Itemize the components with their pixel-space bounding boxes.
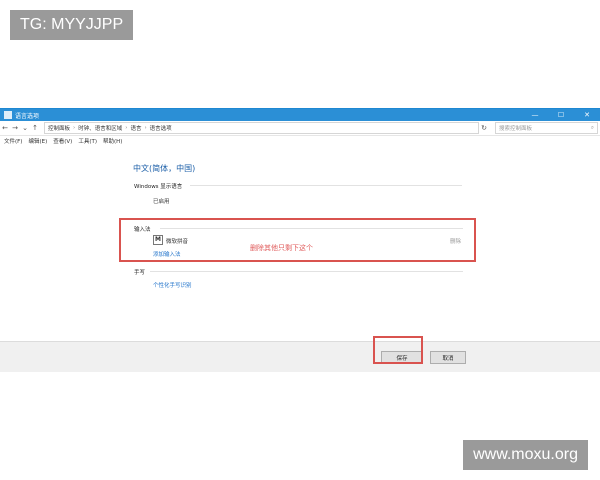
- menu-view[interactable]: 查看(V): [53, 137, 72, 145]
- ime-remove-link[interactable]: 删除: [450, 237, 461, 245]
- save-highlight-box: [373, 336, 423, 364]
- recent-locations-button[interactable]: ⌄: [20, 124, 30, 132]
- refresh-icon[interactable]: ↻: [479, 124, 489, 132]
- add-ime-link[interactable]: 添加输入法: [153, 250, 181, 258]
- breadcrumb-item-language[interactable]: 语言: [130, 124, 141, 132]
- personalize-handwriting-link[interactable]: 个性化手写识别: [153, 281, 192, 289]
- breadcrumb-item-control-panel[interactable]: 控制面板: [48, 124, 70, 132]
- main-content: 中文(简体，中国) Windows 显示语言 已启用 输入法 M 微软拼音 删除…: [0, 145, 600, 341]
- search-input[interactable]: 搜索控制面板 ⌕: [495, 122, 598, 134]
- section-divider: [190, 185, 462, 186]
- breadcrumb[interactable]: 控制面板 › 时钟、语言和区域 › 语言 › 语言选项: [44, 122, 479, 134]
- language-options-window: 语言选项 — ☐ ✕ ← → ⌄ ↑ 控制面板 › 时钟、语言和区域 › 语言 …: [0, 108, 600, 372]
- watermark-top: TG: MYYJJPP: [10, 10, 134, 40]
- address-bar: ← → ⌄ ↑ 控制面板 › 时钟、语言和区域 › 语言 › 语言选项 ↻ 搜索…: [0, 121, 600, 136]
- maximize-button[interactable]: ☐: [548, 109, 574, 121]
- search-icon[interactable]: ⌕: [591, 125, 594, 132]
- ime-icon: M: [153, 235, 163, 245]
- red-annotation-text: 删除其他只剩下这个: [250, 244, 313, 252]
- section-divider: [150, 271, 463, 272]
- breadcrumb-item-clock-language-region[interactable]: 时钟、语言和区域: [78, 124, 122, 132]
- language-title: 中文(简体，中国): [133, 164, 196, 173]
- title-bar: 语言选项 — ☐ ✕: [0, 109, 600, 121]
- watermark-bottom: www.moxu.org: [463, 440, 588, 470]
- breadcrumb-separator-icon: ›: [125, 125, 128, 131]
- minimize-button[interactable]: —: [522, 109, 548, 121]
- menu-file[interactable]: 文件(F): [4, 137, 22, 145]
- back-button[interactable]: ←: [0, 124, 10, 132]
- breadcrumb-item-language-options[interactable]: 语言选项: [150, 124, 172, 132]
- cancel-button[interactable]: 取消: [430, 351, 466, 364]
- search-placeholder: 搜索控制面板: [499, 126, 533, 132]
- breadcrumb-separator-icon: ›: [144, 125, 147, 131]
- window-title: 语言选项: [15, 112, 40, 120]
- ime-section-label: 输入法: [134, 227, 151, 233]
- display-language-section-label: Windows 显示语言: [134, 184, 183, 190]
- forward-button[interactable]: →: [10, 124, 20, 132]
- bottom-button-bar: 保存 取消: [0, 336, 600, 372]
- menu-tools[interactable]: 工具(T): [78, 137, 97, 145]
- breadcrumb-separator-icon: ›: [73, 125, 76, 131]
- display-language-status: 已启用: [153, 199, 170, 205]
- handwriting-section-label: 手写: [134, 270, 146, 276]
- section-divider: [160, 228, 463, 229]
- window-controls: — ☐ ✕: [522, 109, 600, 121]
- control-panel-icon: [4, 111, 12, 119]
- close-button[interactable]: ✕: [574, 109, 600, 121]
- menu-edit[interactable]: 编辑(E): [28, 137, 47, 145]
- ime-name: 微软拼音: [166, 239, 189, 245]
- up-button[interactable]: ↑: [30, 124, 40, 132]
- menu-help[interactable]: 帮助(H): [103, 137, 122, 145]
